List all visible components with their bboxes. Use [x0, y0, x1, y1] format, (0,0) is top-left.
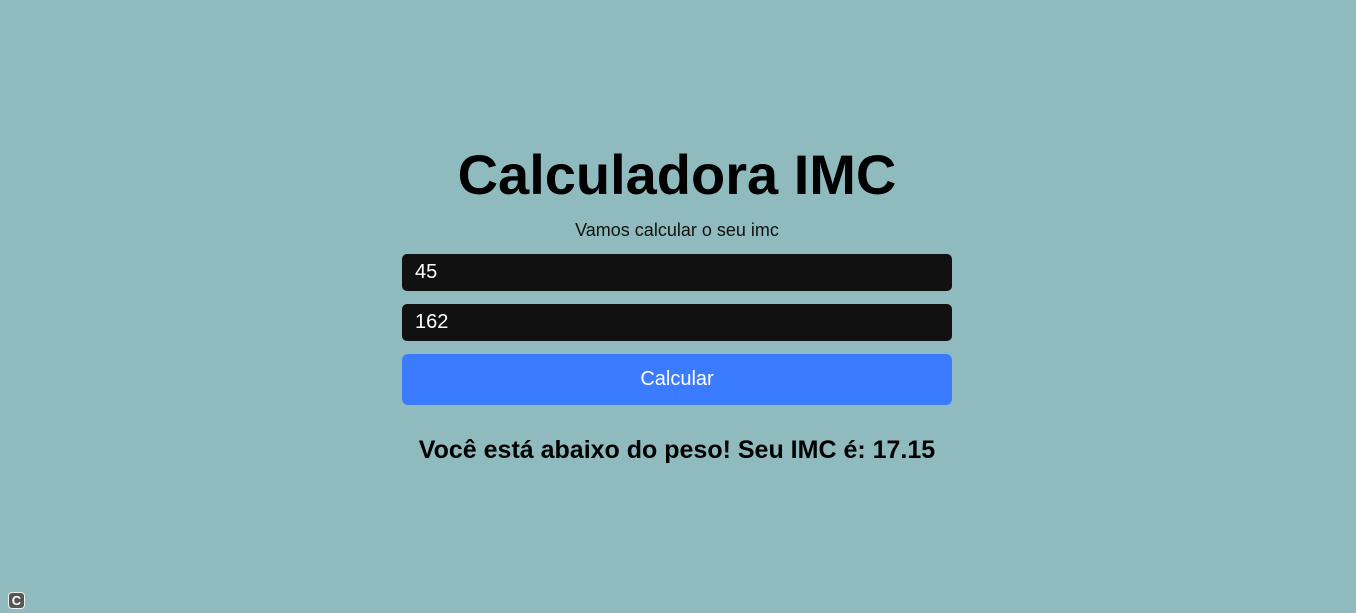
- calculate-button[interactable]: Calcular: [402, 354, 952, 405]
- c-badge-icon[interactable]: C: [8, 592, 25, 609]
- page-title: Calculadora IMC: [457, 143, 897, 206]
- page-subtitle: Vamos calcular o seu imc: [575, 220, 779, 240]
- page: Calculadora IMC Vamos calcular o seu imc…: [0, 0, 1356, 613]
- weight-input[interactable]: [402, 254, 952, 291]
- bmi-calculator: Calculadora IMC Vamos calcular o seu imc…: [402, 140, 952, 465]
- height-input[interactable]: [402, 304, 952, 341]
- result-text: Você está abaixo do peso! Seu IMC é: 17.…: [418, 436, 936, 464]
